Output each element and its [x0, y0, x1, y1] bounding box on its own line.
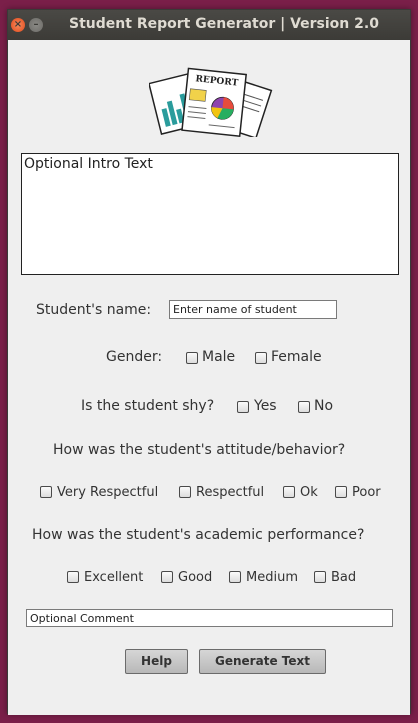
performance-excellent-checkbox[interactable] [67, 571, 79, 583]
shy-no-label: No [314, 398, 334, 414]
gender-label: Gender: [106, 349, 163, 365]
shy-no-checkbox[interactable] [298, 401, 310, 413]
title-bar: × – Student Report Generator | Version 2… [8, 10, 410, 40]
performance-medium-label: Medium [246, 570, 298, 585]
minimize-window-button[interactable]: – [29, 18, 43, 32]
attitude-very-respectful-checkbox[interactable] [40, 486, 52, 498]
performance-bad-checkbox[interactable] [314, 571, 326, 583]
shy-yes-checkbox[interactable] [237, 401, 249, 413]
minimize-icon: – [33, 19, 39, 30]
performance-question: How was the student's academic performan… [32, 527, 365, 543]
attitude-ok-checkbox[interactable] [283, 486, 295, 498]
intro-text-area[interactable]: Optional Intro Text [21, 153, 399, 275]
attitude-respectful-checkbox[interactable] [179, 486, 191, 498]
gender-female-label: Female [271, 349, 322, 365]
performance-good-label: Good [178, 570, 213, 585]
gender-male-label: Male [202, 349, 236, 365]
close-icon: × [13, 19, 23, 30]
app-window: × – Student Report Generator | Version 2… [7, 9, 411, 715]
close-window-button[interactable]: × [11, 18, 25, 32]
attitude-question: How was the student's attitude/behavior? [53, 442, 346, 458]
help-button[interactable]: Help [125, 649, 188, 674]
performance-bad-label: Bad [331, 570, 357, 585]
gender-female-checkbox[interactable] [255, 352, 267, 364]
report-document-icon: REPORT [149, 67, 273, 137]
window-title: Student Report Generator | Version 2.0 [69, 16, 379, 32]
generate-text-button[interactable]: Generate Text [199, 649, 326, 674]
main-panel: REPORT Optional Intro Text Student's nam… [8, 40, 410, 715]
shy-question-label: Is the student shy? [81, 398, 215, 414]
student-name-label: Student's name: [36, 302, 152, 318]
performance-medium-checkbox[interactable] [229, 571, 241, 583]
shy-yes-label: Yes [254, 398, 277, 414]
attitude-very-respectful-label: Very Respectful [57, 485, 159, 500]
attitude-respectful-label: Respectful [196, 485, 265, 500]
attitude-poor-checkbox[interactable] [335, 486, 347, 498]
comment-input[interactable] [26, 609, 393, 627]
student-name-input[interactable] [169, 300, 337, 319]
attitude-ok-label: Ok [300, 485, 318, 500]
attitude-poor-label: Poor [352, 485, 381, 500]
performance-good-checkbox[interactable] [161, 571, 173, 583]
performance-excellent-label: Excellent [84, 570, 144, 585]
gender-male-checkbox[interactable] [186, 352, 198, 364]
